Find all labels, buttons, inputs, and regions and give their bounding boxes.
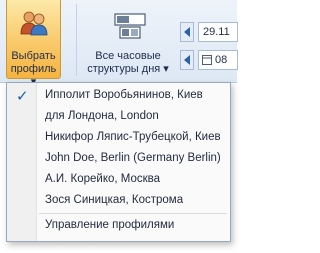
date-from-row: 29.11 [180,22,238,42]
layout-icon [114,13,146,39]
users-icon [20,11,48,36]
checkmark-icon: ✓ [16,88,29,105]
date-to-row: 08 [180,50,238,70]
ribbon-toolbar: Выбрать профиль ▾ Все часовые структуры … [0,0,238,88]
profile-menu-item-label: А.И. Корейко, Москва [45,173,161,185]
date-from-field[interactable]: 29.11 [198,22,238,42]
profile-menu-item-label: Никифор Ляпис-Трубецкой, Киев [45,131,221,143]
calendar-icon [202,55,212,65]
all-day-structures-label-line1: Все часовые [95,50,161,62]
profile-menu-item[interactable]: Никифор Ляпис-Трубецкой, Киев [7,129,230,150]
profile-dropdown-menu: ✓ Ипполит Воробьянинов, Киев для Лондона… [6,82,231,242]
profile-menu-item-label: Зося Синицкая, Кострома [45,194,184,206]
menu-divider [39,213,227,214]
arrow-left-icon[interactable] [180,22,194,42]
date-to-field[interactable]: 08 [198,50,238,70]
all-day-structures-button[interactable]: Все часовые структуры дня ▾ [84,0,172,80]
profile-menu-item[interactable]: А.И. Корейко, Москва [7,171,230,192]
manage-profiles-label: Управление профилями [45,219,175,231]
profile-menu-item[interactable]: Зося Синицкая, Кострома [7,192,230,213]
all-day-structures-label-line2: структуры дня ▾ [87,63,169,75]
select-profile-button[interactable]: Выбрать профиль ▾ [6,0,61,88]
manage-profiles-item[interactable]: Управление профилями [7,217,230,238]
profile-menu-item[interactable]: ✓ Ипполит Воробьянинов, Киев [7,87,230,108]
profile-menu-item-label: Ипполит Воробьянинов, Киев [45,89,203,101]
date-to-value: 08 [215,54,228,66]
profile-menu-item-label: для Лондона, London [45,110,159,122]
profile-menu-item-label: John Doe, Berlin (Germany Berlin) [45,152,221,164]
select-profile-label-line1: Выбрать [11,50,56,62]
arrow-left-icon[interactable] [180,50,194,70]
profile-menu-item[interactable]: John Doe, Berlin (Germany Berlin) [7,150,230,171]
profile-menu-item[interactable]: для Лондона, London [7,108,230,129]
group-separator [76,4,77,76]
